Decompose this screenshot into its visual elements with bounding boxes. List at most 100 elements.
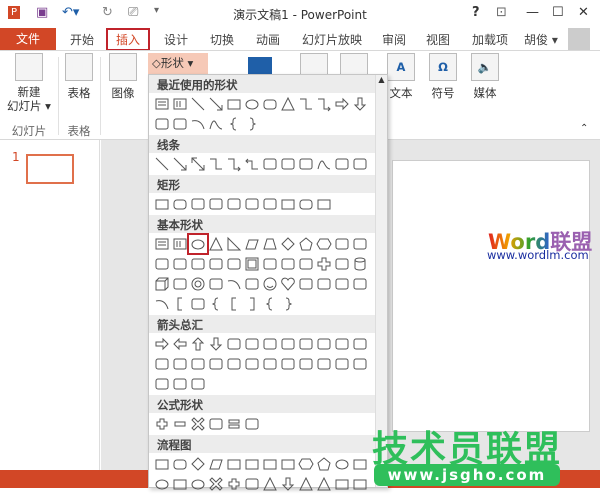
shape-notched-icon[interactable] bbox=[243, 355, 261, 373]
avatar[interactable] bbox=[568, 28, 590, 50]
shape-lbrace-icon[interactable] bbox=[225, 115, 243, 133]
shape-freeform-icon[interactable] bbox=[153, 115, 171, 133]
shape-ellipse-icon[interactable] bbox=[189, 475, 207, 493]
shape-upcallout-icon[interactable] bbox=[351, 355, 369, 373]
help-button[interactable]: ? bbox=[472, 5, 480, 20]
shape-triangle-icon[interactable] bbox=[261, 475, 279, 493]
tab-file[interactable]: 文件 bbox=[0, 28, 56, 50]
shape-rect-icon[interactable] bbox=[279, 455, 297, 473]
shape-uparrow-icon[interactable] bbox=[189, 335, 207, 353]
shape-luarrow-icon[interactable] bbox=[279, 335, 297, 353]
shape-line-icon[interactable] bbox=[189, 95, 207, 113]
tab-animations[interactable]: 动画 bbox=[256, 31, 280, 48]
shape-rect-icon[interactable] bbox=[351, 475, 369, 493]
shape-curvedright-icon[interactable] bbox=[153, 355, 171, 373]
shape-snipround-icon[interactable] bbox=[225, 195, 243, 213]
shape-chevron-icon[interactable] bbox=[279, 355, 297, 373]
shape-arc-icon[interactable] bbox=[153, 295, 171, 313]
collapse-ribbon-icon[interactable]: ⌃ bbox=[580, 123, 588, 134]
new-slide-button[interactable]: 新建 幻灯片 ▾ bbox=[4, 53, 54, 113]
tab-addins[interactable]: 加载项 bbox=[472, 31, 508, 48]
shape-downcallout-icon[interactable] bbox=[315, 355, 333, 373]
tab-review[interactable]: 审阅 bbox=[382, 31, 406, 48]
shape-arrowline-icon[interactable] bbox=[171, 155, 189, 173]
shape-can-icon[interactable] bbox=[351, 255, 369, 273]
shape-bracepair-icon[interactable] bbox=[189, 295, 207, 313]
shape-rect-icon[interactable] bbox=[153, 455, 171, 473]
shape-leftuparrow-icon[interactable] bbox=[333, 335, 351, 353]
shape-cross-icon[interactable] bbox=[315, 255, 333, 273]
shape-udarrow-icon[interactable] bbox=[243, 335, 261, 353]
shape-elbowdbl-icon[interactable] bbox=[243, 155, 261, 173]
shape-quadarrow-icon[interactable] bbox=[261, 335, 279, 353]
shape-ellipse-icon[interactable] bbox=[153, 475, 171, 493]
shape-elbowarrow-icon[interactable] bbox=[315, 95, 333, 113]
shape-foldedcorner-icon[interactable] bbox=[243, 275, 261, 293]
shape-rightcallout-icon[interactable] bbox=[297, 355, 315, 373]
shape-cloud-icon[interactable] bbox=[351, 275, 369, 293]
shape-nosmoking-icon[interactable] bbox=[207, 275, 225, 293]
shape-pie-icon[interactable] bbox=[189, 255, 207, 273]
text-button[interactable]: A 文本 bbox=[386, 53, 416, 101]
shape-uturn-icon[interactable] bbox=[315, 335, 333, 353]
shape-minus-icon[interactable] bbox=[171, 415, 189, 433]
shape-rbracket-icon[interactable] bbox=[243, 295, 261, 313]
shape-lightning-icon[interactable] bbox=[297, 275, 315, 293]
shape-rect-icon[interactable] bbox=[225, 455, 243, 473]
shape-snip1-icon[interactable] bbox=[189, 195, 207, 213]
shape-donut-icon[interactable] bbox=[189, 275, 207, 293]
shape-curvedconnarrow-icon[interactable] bbox=[279, 155, 297, 173]
shape-curvedleft-icon[interactable] bbox=[171, 355, 189, 373]
shape-rect-icon[interactable] bbox=[279, 195, 297, 213]
shape-heart-icon[interactable] bbox=[279, 275, 297, 293]
shape-rect-icon[interactable] bbox=[243, 455, 261, 473]
media-button[interactable]: 🔈 媒体 bbox=[470, 53, 500, 101]
shape-lbracket-icon[interactable] bbox=[171, 295, 189, 313]
shape-bentup-icon[interactable] bbox=[351, 335, 369, 353]
shape-arc-icon[interactable] bbox=[189, 115, 207, 133]
shape-hexagon-icon[interactable] bbox=[315, 235, 333, 253]
symbols-button[interactable]: Ω 符号 bbox=[428, 53, 458, 101]
shape-plus-icon[interactable] bbox=[153, 415, 171, 433]
shape-divide-icon[interactable] bbox=[207, 415, 225, 433]
shape-textbox-icon[interactable] bbox=[153, 95, 171, 113]
shape-freeform-icon[interactable] bbox=[333, 155, 351, 173]
shape-chord-icon[interactable] bbox=[207, 255, 225, 273]
shape-downarrow-icon[interactable] bbox=[279, 475, 297, 493]
shape-heptagon-icon[interactable] bbox=[333, 235, 351, 253]
shape-roundrect-icon[interactable] bbox=[297, 195, 315, 213]
shape-octagon-icon[interactable] bbox=[351, 235, 369, 253]
shape-stripedright-icon[interactable] bbox=[225, 355, 243, 373]
shape-trapezoid-icon[interactable] bbox=[261, 235, 279, 253]
shape-quadcallout-icon[interactable] bbox=[171, 375, 189, 393]
shape-frame-icon[interactable] bbox=[243, 255, 261, 273]
maximize-button[interactable]: ☐ bbox=[552, 5, 564, 20]
shape-lbracket-icon[interactable] bbox=[225, 295, 243, 313]
shape-arrowline-icon[interactable] bbox=[207, 95, 225, 113]
shape-triangle-icon[interactable] bbox=[279, 95, 297, 113]
slide-thumbnail[interactable] bbox=[26, 154, 74, 184]
tab-view[interactable]: 视图 bbox=[426, 31, 450, 48]
tab-home[interactable]: 开始 bbox=[70, 31, 94, 48]
shape-multiply-icon[interactable] bbox=[207, 475, 225, 493]
shape-arc-icon[interactable] bbox=[225, 275, 243, 293]
shape-curvedconn-icon[interactable] bbox=[261, 155, 279, 173]
shape-vtextbox-icon[interactable] bbox=[171, 235, 189, 253]
shape-ellipse-icon[interactable] bbox=[333, 455, 351, 473]
shape-curvedup-icon[interactable] bbox=[189, 355, 207, 373]
shape-round1-icon[interactable] bbox=[243, 195, 261, 213]
minimize-button[interactable]: — bbox=[526, 5, 539, 20]
smartart-icon[interactable] bbox=[248, 57, 272, 75]
shape-rtriangle-icon[interactable] bbox=[225, 235, 243, 253]
tab-design[interactable]: 设计 bbox=[164, 31, 188, 48]
shape-lrcallout-icon[interactable] bbox=[153, 375, 171, 393]
shape-lbrace-icon[interactable] bbox=[261, 295, 279, 313]
user-account[interactable]: 胡俊 ▾ bbox=[524, 31, 558, 48]
shape-triangle-icon[interactable] bbox=[297, 475, 315, 493]
shape-vtextbox-icon[interactable] bbox=[171, 95, 189, 113]
shape-curveddbl-icon[interactable] bbox=[297, 155, 315, 173]
shape-roundrect-icon[interactable] bbox=[261, 95, 279, 113]
shape-dblarrow-icon[interactable] bbox=[189, 155, 207, 173]
shape-textbox-icon[interactable] bbox=[153, 235, 171, 253]
shape-rightarrow-icon[interactable] bbox=[333, 95, 351, 113]
